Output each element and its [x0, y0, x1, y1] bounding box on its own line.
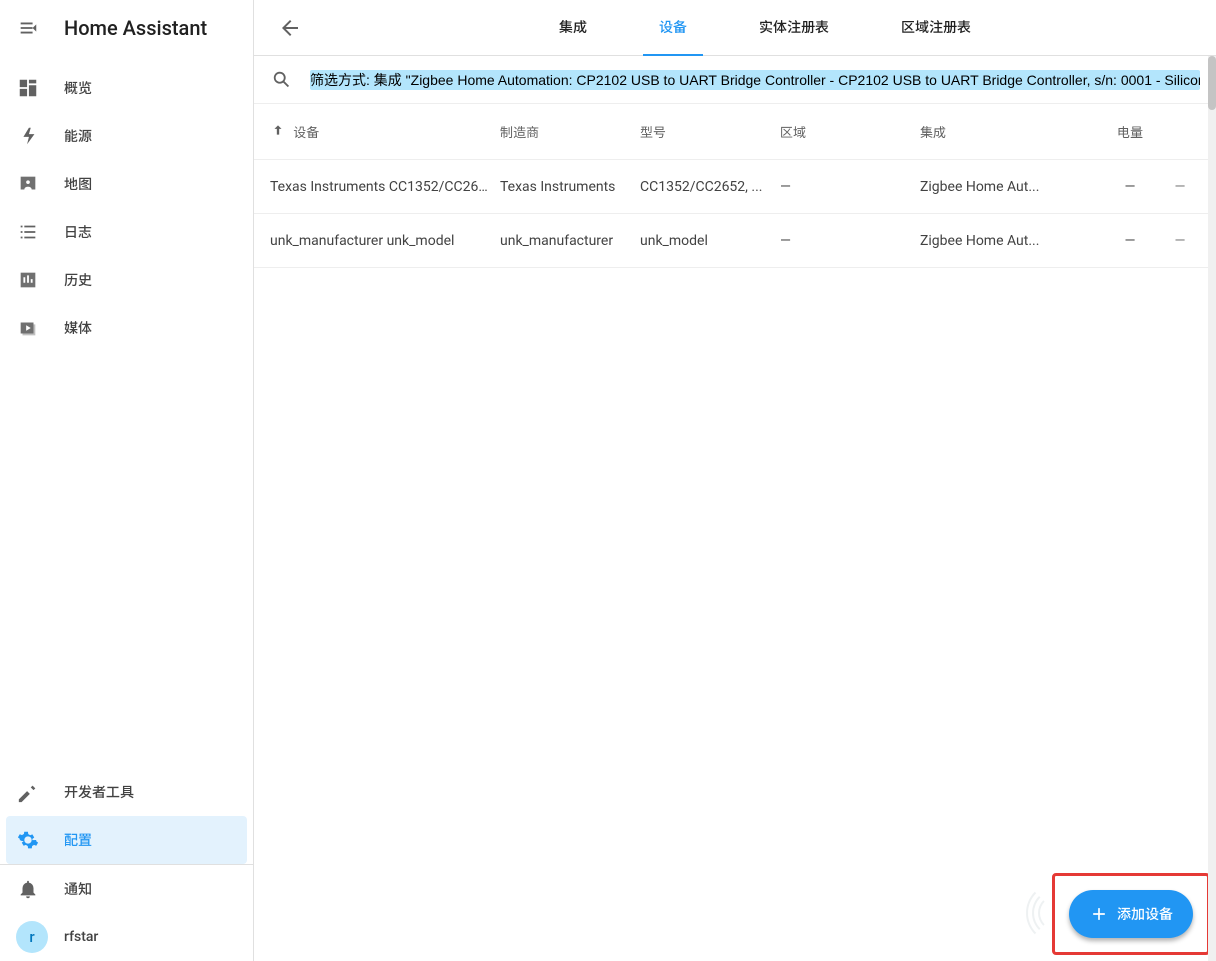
sidebar-item-label: 能源 [64, 126, 92, 146]
cell-extra: — [1160, 179, 1200, 195]
toolbar: 集成 设备 实体注册表 区域注册表 [254, 0, 1216, 56]
scrollbar-thumb[interactable] [1208, 56, 1216, 110]
sidebar-item-label: 媒体 [64, 318, 92, 338]
fab-label: 添加设备 [1117, 904, 1173, 924]
sidebar-item-notifications[interactable]: 通知 [0, 865, 253, 913]
sidebar-item-map[interactable]: 地图 [0, 160, 253, 208]
cell-device: Texas Instruments CC1352/CC26... [270, 179, 500, 195]
tabs: 集成 设备 实体注册表 区域注册表 [314, 0, 1216, 56]
media-icon [16, 316, 40, 340]
sidebar-item-history[interactable]: 历史 [0, 256, 253, 304]
arrow-left-icon [278, 16, 302, 40]
sidebar-item-overview[interactable]: 概览 [0, 64, 253, 112]
col-model[interactable]: 型号 [640, 122, 780, 141]
col-device[interactable]: 设备 [270, 122, 500, 141]
plus-icon [1089, 904, 1109, 924]
menu-collapse-icon [17, 17, 39, 39]
search-input[interactable] [310, 72, 1200, 88]
sidebar-item-logbook[interactable]: 日志 [0, 208, 253, 256]
cell-extra: — [1160, 233, 1200, 249]
app-title: Home Assistant [64, 16, 207, 40]
sidebar-item-label: 开发者工具 [64, 782, 134, 802]
sidebar-nav: 概览 能源 地图 日志 历史 媒体 [0, 56, 253, 768]
sidebar-item-label: 地图 [64, 174, 92, 194]
col-battery[interactable]: 电量 [1100, 122, 1160, 141]
table-row[interactable]: Texas Instruments CC1352/CC26... Texas I… [254, 160, 1216, 214]
sidebar: Home Assistant 概览 能源 地图 日志 历史 媒体 [0, 0, 254, 961]
sidebar-item-label: 日志 [64, 222, 92, 242]
add-device-button[interactable]: 添加设备 [1069, 890, 1193, 938]
back-button[interactable] [266, 4, 314, 52]
col-area[interactable]: 区域 [780, 122, 920, 141]
sidebar-footer: 通知 r rfstar [0, 864, 253, 961]
cell-model: CC1352/CC2652, ... [640, 179, 780, 195]
tab-areas[interactable]: 区域注册表 [885, 0, 987, 56]
tab-devices[interactable]: 设备 [643, 0, 703, 56]
sidebar-item-energy[interactable]: 能源 [0, 112, 253, 160]
col-manufacturer[interactable]: 制造商 [500, 122, 640, 141]
list-icon [16, 220, 40, 244]
col-integration[interactable]: 集成 [920, 122, 1100, 141]
cell-battery: — [1100, 179, 1160, 195]
cell-manufacturer: unk_manufacturer [500, 233, 640, 249]
search-bar [254, 56, 1216, 104]
sort-asc-icon [270, 122, 286, 138]
chart-icon [16, 268, 40, 292]
main-panel: 集成 设备 实体注册表 区域注册表 设备 制造商 型号 区域 集成 电量 Tex… [254, 0, 1216, 961]
bell-icon [16, 877, 40, 901]
hammer-icon [16, 780, 40, 804]
fab-highlight-box: 添加设备 [1052, 873, 1210, 955]
map-person-icon [16, 172, 40, 196]
dashboard-icon [16, 76, 40, 100]
cell-area: — [780, 233, 920, 249]
devices-table: 设备 制造商 型号 区域 集成 电量 Texas Instruments CC1… [254, 104, 1216, 961]
vertical-scrollbar[interactable] [1208, 56, 1216, 961]
user-name: rfstar [64, 929, 98, 945]
sidebar-item-media[interactable]: 媒体 [0, 304, 253, 352]
cell-battery: — [1100, 233, 1160, 249]
table-row[interactable]: unk_manufacturer unk_model unk_manufactu… [254, 214, 1216, 268]
sidebar-item-devtools[interactable]: 开发者工具 [0, 768, 253, 816]
cell-integration: Zigbee Home Aut... [920, 233, 1100, 249]
tab-integrations[interactable]: 集成 [543, 0, 603, 56]
cell-device: unk_manufacturer unk_model [270, 233, 500, 249]
sidebar-item-label: 通知 [64, 879, 92, 899]
sidebar-item-user[interactable]: r rfstar [0, 913, 253, 961]
sidebar-nav-lower: 开发者工具 配置 [0, 768, 253, 864]
sidebar-item-label: 配置 [64, 830, 92, 850]
sidebar-item-config[interactable]: 配置 [6, 816, 247, 864]
cell-manufacturer: Texas Instruments [500, 179, 640, 195]
sidebar-item-label: 概览 [64, 78, 92, 98]
sidebar-item-label: 历史 [64, 270, 92, 290]
user-avatar: r [16, 921, 48, 953]
search-icon [270, 68, 294, 92]
table-header-row: 设备 制造商 型号 区域 集成 电量 [254, 104, 1216, 160]
cell-model: unk_model [640, 233, 780, 249]
cell-area: — [780, 179, 920, 195]
cell-integration: Zigbee Home Aut... [920, 179, 1100, 195]
tab-entities[interactable]: 实体注册表 [743, 0, 845, 56]
collapse-sidebar-button[interactable] [16, 16, 40, 40]
bolt-icon [16, 124, 40, 148]
gear-icon [16, 828, 40, 852]
